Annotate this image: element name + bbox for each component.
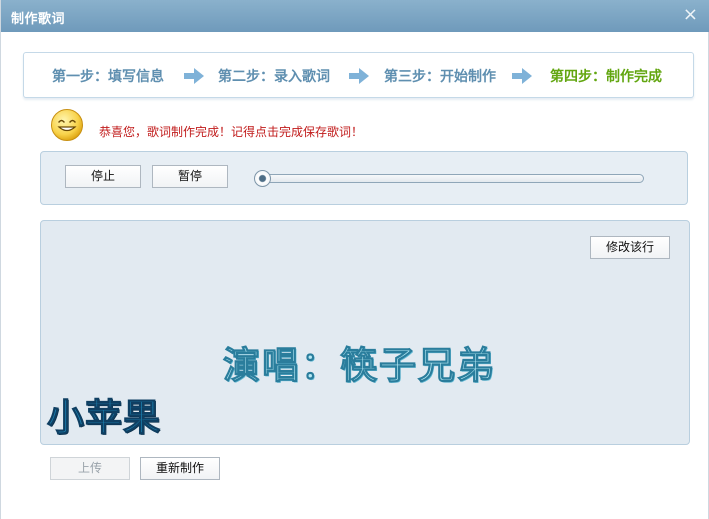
- step-2: 第二步：录入歌词: [218, 69, 330, 85]
- playback-controls: 停止 暂停: [40, 151, 688, 205]
- progress-slider[interactable]: [258, 174, 644, 183]
- lyrics-preview: 修改该行 演唱：筷子兄弟 小苹果: [40, 220, 690, 445]
- arrow-right-icon: [512, 68, 532, 84]
- pause-button[interactable]: 暂停: [152, 165, 228, 188]
- arrow-right-icon: [184, 68, 204, 84]
- arrow-right-icon: [349, 68, 369, 84]
- stop-button[interactable]: 停止: [65, 165, 141, 188]
- window-title: 制作歌词: [11, 12, 66, 27]
- slider-handle[interactable]: [254, 170, 271, 187]
- upload-button[interactable]: 上传: [50, 457, 130, 480]
- smiley-icon: [51, 109, 83, 141]
- titlebar: 制作歌词 ×: [1, 0, 709, 32]
- lyric-artist-line: 演唱：筷子兄弟: [223, 344, 496, 388]
- step-4: 第四步：制作完成: [550, 69, 662, 85]
- step-3: 第三步：开始制作: [384, 69, 496, 85]
- lyric-title-line: 小苹果: [47, 396, 161, 440]
- edit-line-button[interactable]: 修改该行: [590, 236, 670, 259]
- step-1: 第一步：填写信息: [52, 69, 164, 85]
- step-indicator: 第一步：填写信息 第二步：录入歌词 第三步：开始制作 第四步：制作完成: [23, 52, 694, 98]
- close-icon[interactable]: ×: [683, 5, 698, 25]
- remake-button[interactable]: 重新制作: [140, 457, 220, 480]
- lyrics-maker-window: 制作歌词 × 第一步：填写信息 第二步：录入歌词 第三步：开始制作 第四步：制作…: [0, 0, 709, 519]
- completion-message: 恭喜您，歌词制作完成！记得点击完成保存歌词！: [99, 125, 364, 139]
